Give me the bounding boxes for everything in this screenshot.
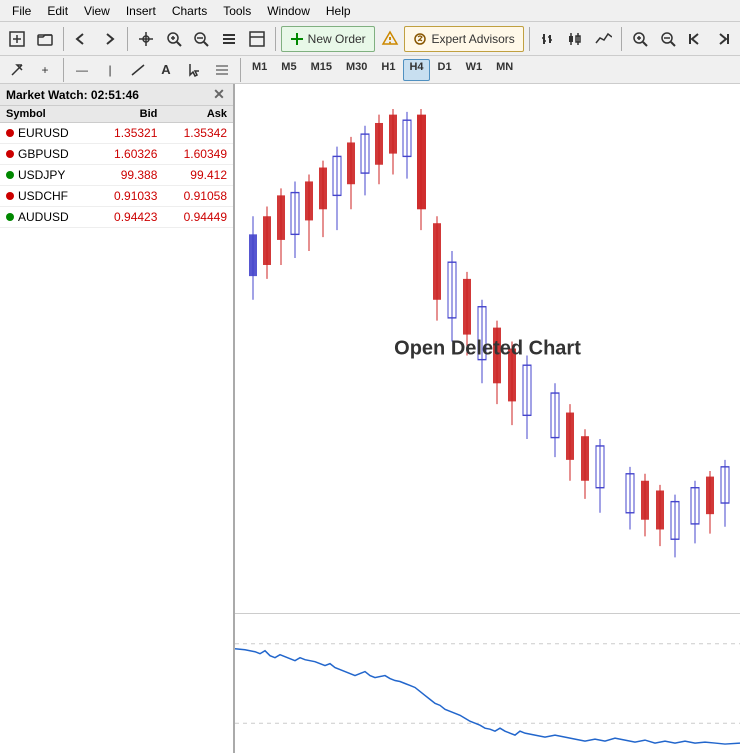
- mw-ask: 0.91058: [163, 186, 233, 207]
- menu-insert[interactable]: Insert: [118, 2, 164, 20]
- tf-w1[interactable]: W1: [460, 59, 489, 81]
- menu-file[interactable]: File: [4, 2, 39, 20]
- mw-symbol: USDJPY: [0, 165, 94, 186]
- tf-h4[interactable]: H4: [403, 59, 429, 81]
- new-order-btn[interactable]: New Order: [281, 26, 375, 52]
- market-watch-row[interactable]: EURUSD 1.35321 1.35342: [0, 123, 233, 144]
- mw-bid: 99.388: [94, 165, 164, 186]
- market-watch-panel: Market Watch: 02:51:46 ✕ Symbol Bid Ask …: [0, 84, 235, 753]
- candle-chart: Open Deleted Chart: [235, 84, 740, 613]
- symbol-dot: [6, 171, 14, 179]
- mw-ask: 1.35342: [163, 123, 233, 144]
- indicator-panel: [235, 613, 740, 753]
- zoom-in-btn[interactable]: [161, 26, 187, 52]
- line-chart-btn[interactable]: [590, 26, 616, 52]
- candle-chart-btn[interactable]: [563, 26, 589, 52]
- market-watch-title: Market Watch: 02:51:46: [6, 88, 139, 102]
- new-order-label: New Order: [308, 32, 366, 46]
- market-watch-header: Market Watch: 02:51:46 ✕: [0, 84, 233, 106]
- main-area: Market Watch: 02:51:46 ✕ Symbol Bid Ask …: [0, 84, 740, 753]
- chart-center-text: Open Deleted Chart: [394, 337, 581, 360]
- market-watch-row[interactable]: GBPUSD 1.60326 1.60349: [0, 144, 233, 165]
- fib-btn[interactable]: [209, 59, 235, 81]
- trendline-btn[interactable]: [125, 59, 151, 81]
- symbol-dot: [6, 129, 14, 137]
- mw-symbol: AUDUSD: [0, 207, 94, 228]
- hline-btn[interactable]: —: [69, 59, 95, 81]
- arrow-tool-btn[interactable]: [4, 59, 30, 81]
- sep2: [127, 27, 128, 51]
- market-watch-table: Symbol Bid Ask EURUSD 1.35321 1.35342 GB…: [0, 106, 233, 228]
- col-bid: Bid: [94, 106, 164, 123]
- tf-m15[interactable]: M15: [305, 59, 338, 81]
- menu-tools[interactable]: Tools: [215, 2, 259, 20]
- toolbar2: + — | A M1 M5 M15 M30 H1 H4 D1 W1 MN: [0, 56, 740, 84]
- market-watch-close-btn[interactable]: ✕: [211, 86, 227, 103]
- zoom-in2-btn[interactable]: [627, 26, 653, 52]
- vline-btn[interactable]: |: [97, 59, 123, 81]
- scroll-right-btn[interactable]: [710, 26, 736, 52]
- menu-bar: File Edit View Insert Charts Tools Windo…: [0, 0, 740, 22]
- scroll-left-btn[interactable]: [682, 26, 708, 52]
- sep1: [63, 27, 64, 51]
- cursor-btn[interactable]: [181, 59, 207, 81]
- mw-symbol: EURUSD: [0, 123, 94, 144]
- crosshair2-btn[interactable]: +: [32, 59, 58, 81]
- market-watch-row[interactable]: AUDUSD 0.94423 0.94449: [0, 207, 233, 228]
- mw-bid: 0.91033: [94, 186, 164, 207]
- mw-symbol: GBPUSD: [0, 144, 94, 165]
- chart-area: Open Deleted Chart: [235, 84, 740, 753]
- properties-btn[interactable]: [216, 26, 242, 52]
- tf-m5[interactable]: M5: [275, 59, 302, 81]
- mw-bid: 1.35321: [94, 123, 164, 144]
- new-chart-btn[interactable]: [4, 26, 30, 52]
- tf-mn[interactable]: MN: [490, 59, 519, 81]
- mw-bid: 1.60326: [94, 144, 164, 165]
- zoom-out-btn[interactable]: [188, 26, 214, 52]
- toolbar1: New Order Expert Advisors: [0, 22, 740, 56]
- expert-advisors-label: Expert Advisors: [431, 32, 514, 46]
- template-btn[interactable]: [244, 26, 270, 52]
- crosshair-btn[interactable]: [133, 26, 159, 52]
- col-symbol: Symbol: [0, 106, 94, 123]
- menu-view[interactable]: View: [76, 2, 118, 20]
- bar-chart-btn[interactable]: [535, 26, 561, 52]
- mw-ask: 0.94449: [163, 207, 233, 228]
- alert-btn[interactable]: [377, 26, 403, 52]
- symbol-dot: [6, 192, 14, 200]
- mw-bid: 0.94423: [94, 207, 164, 228]
- menu-window[interactable]: Window: [259, 2, 318, 20]
- mw-ask: 1.60349: [163, 144, 233, 165]
- tf-h1[interactable]: H1: [375, 59, 401, 81]
- col-ask: Ask: [163, 106, 233, 123]
- sep3: [275, 27, 276, 51]
- symbol-dot: [6, 213, 14, 221]
- menu-charts[interactable]: Charts: [164, 2, 215, 20]
- open-btn[interactable]: [32, 26, 58, 52]
- tf-d1[interactable]: D1: [432, 59, 458, 81]
- zoom-out2-btn[interactable]: [655, 26, 681, 52]
- market-watch-row[interactable]: USDJPY 99.388 99.412: [0, 165, 233, 186]
- menu-edit[interactable]: Edit: [39, 2, 76, 20]
- tf-m30[interactable]: M30: [340, 59, 373, 81]
- indicator-svg: [235, 614, 740, 753]
- tf-m1[interactable]: M1: [246, 59, 273, 81]
- sep5: [621, 27, 622, 51]
- sep7: [240, 58, 241, 82]
- back-btn[interactable]: [68, 26, 94, 52]
- sep6: [63, 58, 64, 82]
- menu-help[interactable]: Help: [318, 2, 359, 20]
- sep4: [529, 27, 530, 51]
- expert-advisors-btn[interactable]: Expert Advisors: [404, 26, 523, 52]
- symbol-dot: [6, 150, 14, 158]
- text-btn[interactable]: A: [153, 59, 179, 81]
- forward-btn[interactable]: [96, 26, 122, 52]
- mw-ask: 99.412: [163, 165, 233, 186]
- mw-symbol: USDCHF: [0, 186, 94, 207]
- market-watch-row[interactable]: USDCHF 0.91033 0.91058: [0, 186, 233, 207]
